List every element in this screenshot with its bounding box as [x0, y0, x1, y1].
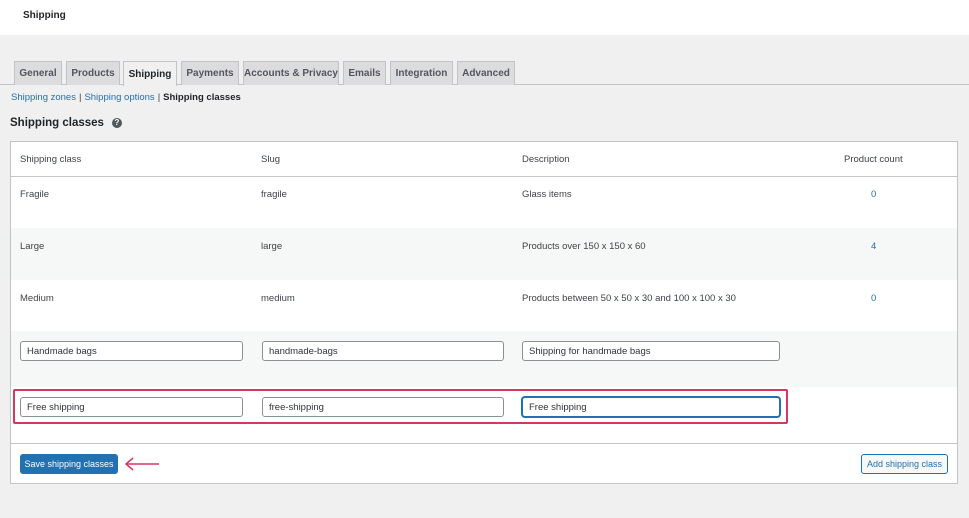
shipping-class-name-input[interactable] [20, 397, 243, 417]
help-icon[interactable]: ? [111, 118, 122, 128]
top-bar: Shipping [0, 0, 969, 35]
header-shipping-class: Shipping class [20, 154, 82, 165]
table-footer: Save shipping classes Add shipping class [11, 443, 957, 483]
row-slug: large [261, 241, 283, 252]
tab-general[interactable]: General [14, 61, 62, 85]
tab-advanced[interactable]: Advanced [457, 61, 515, 85]
tab-integration[interactable]: Integration [390, 61, 453, 85]
header-slug: Slug [261, 154, 281, 165]
table-row: Large large Products over 150 x 150 x 60… [11, 228, 957, 280]
row-description: Glass items [522, 189, 572, 200]
row-description: Products between 50 x 50 x 30 and 100 x … [522, 293, 736, 304]
table-row: Fragile fragile Glass items 0 [11, 177, 957, 228]
edit-row [11, 331, 957, 387]
row-product-count-link[interactable]: 4 [871, 241, 876, 252]
header-description: Description [522, 154, 570, 165]
save-shipping-classes-button[interactable]: Save shipping classes [20, 454, 118, 474]
row-class-name: Large [20, 241, 45, 252]
row-slug: medium [261, 293, 295, 304]
subnav-shipping-options[interactable]: Shipping options [84, 92, 154, 103]
shipping-class-description-input[interactable] [522, 397, 780, 417]
arrow-left-icon [124, 457, 159, 471]
shipping-class-slug-input[interactable] [262, 341, 504, 361]
row-description: Products over 150 x 150 x 60 [522, 241, 646, 252]
row-class-name: Fragile [20, 189, 50, 200]
row-class-name: Medium [20, 293, 54, 304]
tab-shipping[interactable]: Shipping [123, 61, 177, 86]
page-title: Shipping [23, 10, 66, 21]
edit-row [11, 387, 957, 443]
row-slug: fragile [261, 189, 287, 200]
tab-accounts-privacy[interactable]: Accounts & Privacy [243, 61, 339, 85]
shipping-subnav: Shipping zones | Shipping options | Ship… [11, 92, 241, 103]
shipping-class-slug-input[interactable] [262, 397, 504, 417]
tab-payments[interactable]: Payments [181, 61, 239, 85]
row-product-count-link[interactable]: 0 [871, 293, 876, 304]
settings-tabs: General Products Shipping Payments Accou… [0, 60, 969, 86]
subnav-shipping-zones[interactable]: Shipping zones [11, 92, 76, 103]
table-row: Medium medium Products between 50 x 50 x… [11, 280, 957, 331]
shipping-class-name-input[interactable] [20, 341, 243, 361]
subnav-separator: | [157, 92, 161, 103]
table-header: Shipping class Slug Description Product … [11, 142, 957, 177]
subnav-shipping-classes: Shipping classes [163, 92, 241, 103]
subnav-separator: | [78, 92, 82, 103]
header-product-count: Product count [844, 154, 903, 165]
shipping-classes-table: Shipping class Slug Description Product … [10, 141, 958, 484]
section-title: Shipping classes [10, 117, 104, 129]
tab-emails[interactable]: Emails [343, 61, 386, 85]
row-product-count-link[interactable]: 0 [871, 189, 876, 200]
tab-products[interactable]: Products [66, 61, 120, 85]
shipping-class-description-input[interactable] [522, 341, 780, 361]
section-heading: Shipping classes ? [10, 117, 122, 129]
add-shipping-class-button[interactable]: Add shipping class [861, 454, 948, 474]
